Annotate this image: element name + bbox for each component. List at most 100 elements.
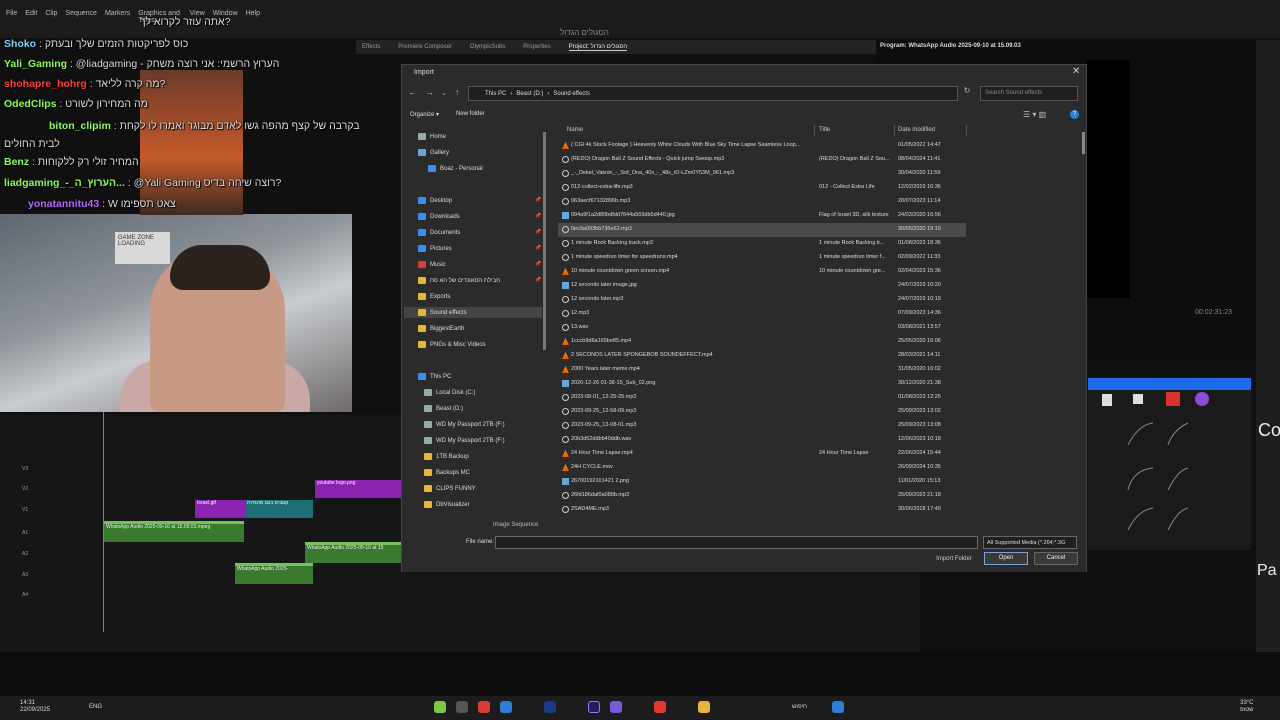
nav-item[interactable]: BiggestEarth <box>404 323 532 334</box>
column-header-date[interactable]: Date modified <box>898 127 935 133</box>
menu-file[interactable]: File <box>6 10 17 22</box>
tab-premiere-composer[interactable]: Premiere Composer <box>398 44 452 50</box>
file-explorer-icon[interactable] <box>698 701 710 713</box>
file-row[interactable]: 1 minute speedrun timer for speedruns.mp… <box>558 251 966 265</box>
view-options-icon[interactable]: ☰ ▾ ▥ <box>1023 110 1046 119</box>
app-icon[interactable] <box>610 701 622 713</box>
forward-arrow-icon[interactable]: → <box>425 87 434 97</box>
pin-icon[interactable]: 📌 <box>535 213 541 219</box>
open-button[interactable]: Open <box>984 552 1028 565</box>
file-row[interactable]: 2 SECONDS LATER SPONGEBOB SOUNDEFFECT.mp… <box>558 349 966 363</box>
taskbar-search[interactable]: חיפוש <box>792 704 807 710</box>
menu-sequence[interactable]: Sequence <box>65 10 97 22</box>
close-icon[interactable]: ✕ <box>1072 66 1080 77</box>
image-sequence-checkbox[interactable]: Image Sequence <box>493 522 538 528</box>
pin-icon[interactable]: 📌 <box>535 245 541 251</box>
timeline-clip[interactable]: קטבים בגם מהגדות <box>245 500 313 518</box>
address-bar[interactable]: This PC › Beast (D:) › Sound effects <box>468 86 958 101</box>
app-icon[interactable] <box>478 701 490 713</box>
tab-project[interactable]: Project: הסגולים הגדול <box>568 44 628 51</box>
app-icon[interactable] <box>434 701 446 713</box>
file-row[interactable]: 2023-09-25_13-08-01.mp3 25/09/2023 13:08 <box>558 419 966 433</box>
nav-item[interactable]: Documents <box>404 227 532 238</box>
file-row[interactable]: 20b3d62ddbb40ddb.wav 12/06/2023 10:18 <box>558 433 966 447</box>
nav-item[interactable]: Boaz - Personal <box>414 163 542 174</box>
file-row[interactable]: 24 Hour Time Lapse.mp4 24 Hour Time Lapse… <box>558 447 966 461</box>
file-row[interactable]: 0ec9a093bb736e62.mp3 30/05/2020 19:19 <box>558 223 966 237</box>
file-type-select[interactable]: All Supported Media (*.264;*.3G <box>983 536 1077 549</box>
nav-item[interactable]: Downloads <box>404 211 532 222</box>
nav-item[interactable]: Music <box>404 259 532 270</box>
nav-item[interactable]: Desktop <box>404 195 532 206</box>
app-icon[interactable] <box>544 701 556 713</box>
file-row[interactable]: 1cccb9d6a165be85.mp4 25/05/2020 16:06 <box>558 335 966 349</box>
file-row[interactable]: 12 seconds later.mp3 24/07/2019 10:19 <box>558 293 966 307</box>
menu-markers[interactable]: Markers <box>105 10 130 22</box>
up-arrow-icon[interactable]: ↑ <box>455 87 460 97</box>
timeline-clip[interactable]: Israel.gif <box>195 500 245 518</box>
file-row[interactable]: 10 minute countdown green screen.mp4 10 m… <box>558 265 966 279</box>
file-row[interactable]: 1 minute Rock Backing track.mp3 1 minute … <box>558 237 966 251</box>
column-header-title[interactable]: Title <box>819 127 830 133</box>
cancel-button[interactable]: Cancel <box>1034 552 1078 565</box>
file-row[interactable]: ( CGI 4k Stock Footage ) Heavenly White … <box>558 139 966 153</box>
timeline-clip[interactable]: youtube logo.png <box>315 480 401 498</box>
breadcrumb-this-pc[interactable]: This PC <box>485 91 506 97</box>
file-row[interactable]: 24H CYCLE.mov 26/09/2024 10:35 <box>558 461 966 475</box>
file-row[interactable]: _-_Dekel_Vaknin_-_Sof_Ona_40s_-_48s_iO-L… <box>558 167 966 181</box>
app-icon[interactable] <box>500 701 512 713</box>
nav-item[interactable]: This PC <box>404 371 532 382</box>
nav-item[interactable]: DbVisualizer <box>410 499 538 510</box>
nav-item[interactable]: 1TB Backup <box>410 451 538 462</box>
menu-edit[interactable]: Edit <box>25 10 37 22</box>
timeline-clip[interactable]: WhatsApp Audio 2025- <box>235 563 313 584</box>
breadcrumb-beast-d[interactable]: Beast (D:) <box>516 91 543 97</box>
back-arrow-icon[interactable]: ← <box>408 87 417 97</box>
column-separator[interactable] <box>894 125 895 136</box>
nav-item[interactable]: WD My Passport 2TB (F:) <box>410 435 538 446</box>
nav-item[interactable]: Backups MC <box>410 467 538 478</box>
windows-start-icon[interactable] <box>832 701 844 713</box>
nav-item[interactable]: חבילת הסאונדים של הא סח <box>404 275 532 286</box>
app-icon[interactable] <box>654 701 666 713</box>
file-row[interactable]: (REDO) Dragon Ball Z Sound Effects - Qui… <box>558 153 966 167</box>
file-row[interactable]: 2023-09-25_12-58-09.mp3 25/09/2023 13:02 <box>558 405 966 419</box>
pin-icon[interactable]: 📌 <box>535 229 541 235</box>
file-row[interactable]: 26700192101421 2.png 11/01/2020 15:13 <box>558 475 966 489</box>
nav-item[interactable]: Beast (D:) <box>410 403 538 414</box>
nav-item[interactable]: Pictures <box>404 243 532 254</box>
file-row[interactable]: 12 seconds later image.jpg 24/07/2019 10:… <box>558 279 966 293</box>
file-row[interactable]: 012-collect-extra-life.mp3 012 - Collect … <box>558 181 966 195</box>
new-folder-button[interactable]: New folder <box>456 111 485 117</box>
file-row[interactable]: 2020-12-26 01-38-15_Sub_02.png 30/12/2020… <box>558 377 966 391</box>
menu-clip[interactable]: Clip <box>45 10 57 22</box>
timeline-clip[interactable]: WhatsApp Audio 2025-09-10 at 15 <box>305 542 401 563</box>
tab-effects[interactable]: Effects <box>362 44 380 50</box>
nav-item[interactable]: Home <box>404 131 532 142</box>
search-input[interactable]: Search Sound effects <box>980 86 1078 101</box>
language-indicator[interactable]: ENG <box>89 704 102 710</box>
timeline-clip[interactable]: WhatsApp Audio 2025-09-10 at 15.09.03.mp… <box>104 521 244 542</box>
column-separator[interactable] <box>814 125 815 136</box>
file-row[interactable]: 13.wav 03/08/2021 13:57 <box>558 321 966 335</box>
file-row[interactable]: 094a9f1a2d80bdfdd7644a569db5d440.jpg Flag… <box>558 209 966 223</box>
nav-item[interactable]: CLIPS FUNNY <box>410 483 538 494</box>
nav-scrollbar[interactable] <box>543 132 546 350</box>
weather-widget[interactable]: 33°C שטופ <box>1240 700 1254 714</box>
nav-item[interactable]: Sound effects <box>404 307 542 318</box>
file-list-scrollbar[interactable] <box>1082 132 1085 154</box>
nav-item[interactable]: WD My Passport 2TB (F:) <box>410 419 538 430</box>
file-row[interactable]: 12.mp3 07/09/2023 14:36 <box>558 307 966 321</box>
taskbar-clock[interactable]: 14:31 22/09/2025 <box>20 700 50 714</box>
pin-icon[interactable]: 📌 <box>535 261 541 267</box>
app-icon[interactable] <box>456 701 468 713</box>
file-row[interactable]: 26fd186daf0a080b.mp3 25/09/2023 21:18 <box>558 489 966 503</box>
nav-item[interactable]: Exports <box>404 291 532 302</box>
pin-icon[interactable]: 📌 <box>535 197 541 203</box>
pin-icon[interactable]: 📌 <box>535 277 541 283</box>
breadcrumb-sound-effects[interactable]: Sound effects <box>553 91 590 97</box>
help-icon[interactable]: ? <box>1070 110 1079 119</box>
refresh-icon[interactable]: ↻ <box>960 86 974 101</box>
timeline-playhead[interactable] <box>103 412 104 632</box>
import-folder-button[interactable]: Import Folder <box>930 553 978 566</box>
